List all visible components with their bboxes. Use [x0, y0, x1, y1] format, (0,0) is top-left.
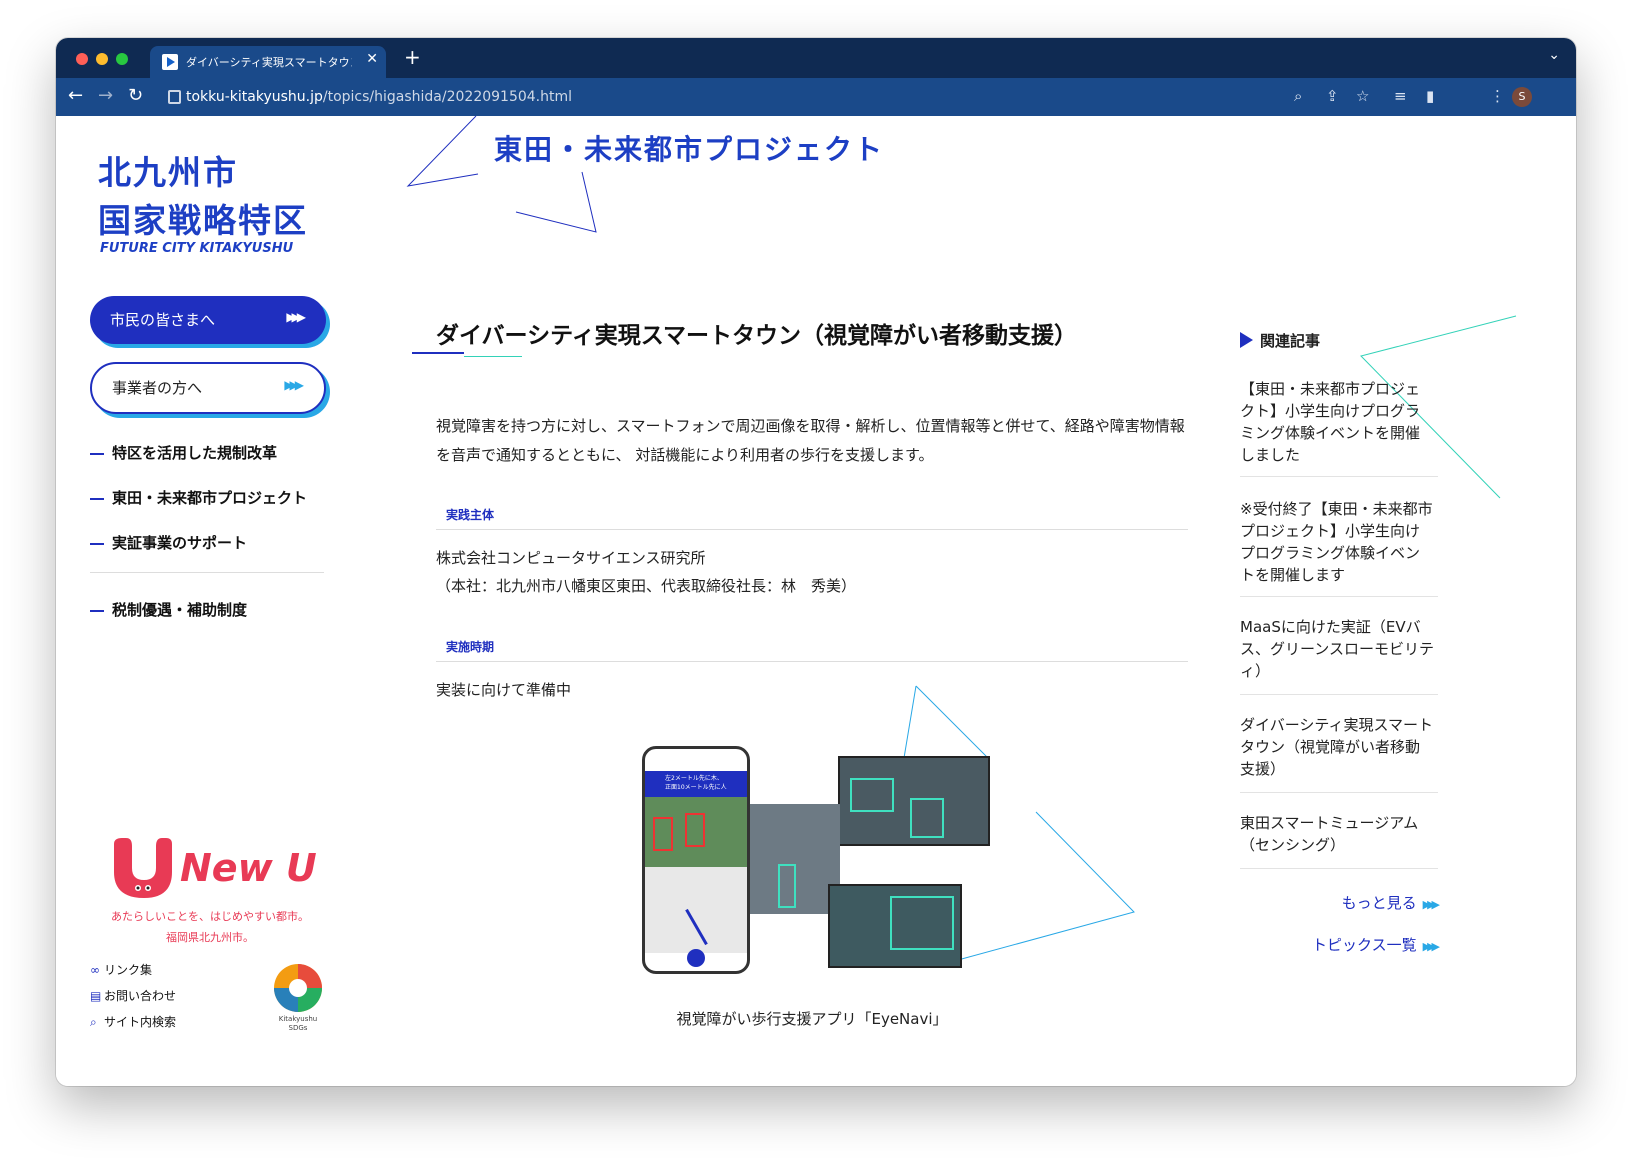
link-chain-icon: ∞ [90, 963, 100, 977]
close-tab-icon[interactable]: ✕ [366, 51, 378, 67]
zoom-window-button[interactable] [116, 53, 128, 65]
triple-arrow-icon: ▶▶▶ [1422, 940, 1441, 953]
related-divider [1240, 868, 1438, 869]
triple-arrow-icon: ▶▶▶ [286, 310, 306, 324]
citizens-button[interactable]: 市民の皆さまへ ▶▶▶ [90, 296, 326, 344]
related-divider [1240, 792, 1438, 793]
menu-item-demo-support[interactable]: 実証事業のサポート [90, 532, 247, 553]
address-bar[interactable]: tokku-kitakyushu.jp/topics/higashida/202… [164, 82, 1464, 112]
related-play-icon [1240, 332, 1253, 348]
related-item-5[interactable]: 東田スマートミュージアム（センシング） [1240, 812, 1434, 856]
site-logo-line2[interactable]: 国家戦略特区 [98, 194, 308, 242]
reading-list-icon[interactable]: ≡ [1394, 87, 1407, 105]
sdgs-logo-icon[interactable] [272, 962, 324, 1014]
title-underline [412, 352, 464, 354]
business-button-label: 事業者の方へ [112, 379, 203, 397]
sdgs-label-2: SDGs [288, 1024, 308, 1032]
site-logo-subtitle: FUTURE CITY KITAKYUSHU [100, 241, 294, 256]
browser-tab[interactable]: ダイバーシティ実現スマートタウン ✕ [150, 46, 386, 78]
page-content: 北九州市 国家戦略特区 FUTURE CITY KITAKYUSHU 市民の皆さ… [56, 116, 1576, 1086]
search-icon: ⌕ [90, 1015, 97, 1029]
triple-arrow-icon: ▶▶▶ [284, 378, 304, 392]
app-mic-icon [687, 949, 705, 967]
browser-toolbar: ← → ↻ tokku-kitakyushu.jp/topics/higashi… [56, 78, 1576, 116]
profile-avatar[interactable]: S [1512, 87, 1532, 107]
section-title: 東田・未来都市プロジェクト [494, 133, 885, 166]
zoom-magnifier-icon[interactable]: ⌕ [1294, 87, 1302, 105]
label-entity: 実践主体 [446, 508, 495, 522]
app-voice-banner: 左2メートル先に木、 正面10メートル先に人 [645, 771, 747, 797]
site-favicon-icon [162, 54, 178, 70]
field-divider [436, 529, 1188, 530]
field-divider [436, 661, 1188, 662]
related-heading: 関連記事 [1260, 332, 1321, 350]
citizens-button-label: 市民の皆さまへ [110, 311, 216, 329]
minimize-window-button[interactable] [96, 53, 108, 65]
related-item-1[interactable]: 【東田・未来都市プロジェクト】小学生向けプログラミング体験イベントを開催しました [1240, 378, 1434, 466]
side-panel-icon[interactable]: ▮ [1426, 87, 1434, 105]
contact-link[interactable]: ▤ お問い合わせ [90, 987, 176, 1004]
reload-icon[interactable]: ↻ [128, 85, 143, 106]
eyenavi-illustration: 左2メートル先に木、 正面10メートル先に人 [642, 746, 990, 976]
site-logo-line1[interactable]: 北九州市 [98, 146, 238, 194]
back-arrow-icon[interactable]: ← [68, 85, 83, 106]
newu-logo-text[interactable]: New U [180, 846, 317, 890]
related-item-4[interactable]: ダイバーシティ実現スマートタウン（視覚障がい者移動支援） [1240, 714, 1434, 780]
app-camera-view [645, 797, 747, 867]
newu-mascot-icon [114, 838, 172, 898]
tab-bar: ダイバーシティ実現スマートタウン ✕ + ⌄ [56, 38, 1576, 78]
browser-window: ダイバーシティ実現スマートタウン ✕ + ⌄ ← → ↻ tokku-kitak… [56, 38, 1576, 1086]
menu-divider [90, 572, 324, 573]
article-intro: 視覚障害を持つ方に対し、スマートフォンで周辺画像を取得・解析し、位置情報等と併せ… [436, 417, 1185, 464]
title-underline-accent [464, 356, 522, 357]
topics-list-link[interactable]: トピックス一覧 ▶▶▶ [1312, 934, 1441, 955]
image-caption: 視覚障がい歩行支援アプリ「EyeNavi」 [676, 1010, 948, 1028]
article-title: ダイバーシティ実現スマートタウン（視覚障がい者移動支援） [436, 323, 1078, 349]
photo-street-1 [838, 756, 990, 846]
menu-item-higashida-project[interactable]: 東田・未来都市プロジェクト [90, 487, 307, 508]
close-window-button[interactable] [76, 53, 88, 65]
related-item-2[interactable]: ※受付終了【東田・未来都市プロジェクト】小学生向けプログラミング体験イベントを開… [1240, 498, 1434, 586]
menu-dash-icon [90, 542, 104, 545]
tab-search-chevron-icon[interactable]: ⌄ [1548, 47, 1560, 63]
deco-triangle-left [406, 116, 479, 187]
label-period: 実施時期 [446, 640, 495, 654]
menu-item-tax-incentives[interactable]: 税制優遇・補助制度 [90, 599, 247, 620]
business-button[interactable]: 事業者の方へ ▶▶▶ [90, 362, 326, 414]
links-page-link[interactable]: ∞ リンク集 [90, 961, 152, 978]
forward-arrow-icon[interactable]: → [98, 85, 113, 106]
related-divider [1240, 694, 1438, 695]
menu-dash-icon [90, 452, 104, 455]
triple-arrow-icon: ▶▶▶ [1422, 898, 1441, 911]
entity-detail: （本社：北九州市八幡東区東田、代表取締役社長：林 秀美） [436, 577, 857, 595]
browser-menu-icon[interactable]: ⋮ [1490, 87, 1505, 105]
tab-title: ダイバーシティ実現スマートタウン [186, 56, 352, 69]
related-item-3[interactable]: MaaSに向けた実証（EVバス、グリーンスローモビリティ） [1240, 616, 1434, 682]
menu-dash-icon [90, 497, 104, 500]
related-divider [1240, 596, 1438, 597]
app-map-view [645, 867, 747, 953]
lock-icon [168, 90, 181, 104]
period-text: 実装に向けて準備中 [436, 681, 572, 699]
entity-name: 株式会社コンピュータサイエンス研究所 [436, 549, 706, 567]
bookmark-star-icon[interactable]: ☆ [1356, 87, 1369, 105]
menu-item-regulatory-reform[interactable]: 特区を活用した規制改革 [90, 442, 277, 463]
share-icon[interactable]: ⇪ [1326, 87, 1339, 105]
newu-tagline-2: 福岡県北九州市。 [166, 931, 254, 944]
new-tab-icon[interactable]: + [404, 45, 421, 69]
menu-dash-icon [90, 609, 104, 612]
url-text[interactable]: tokku-kitakyushu.jp/topics/higashida/202… [186, 89, 572, 105]
newu-tagline-1: あたらしいことを、はじめやすい都市。 [111, 910, 309, 923]
related-divider [1240, 476, 1438, 477]
smartphone-mockup: 左2メートル先に木、 正面10メートル先に人 [642, 746, 750, 974]
contact-icon: ▤ [90, 989, 102, 1003]
site-search-link[interactable]: ⌕ サイト内検索 [90, 1013, 176, 1030]
sdgs-label-1: Kitakyushu [278, 1015, 318, 1023]
photo-crosswalk [828, 884, 962, 968]
more-link[interactable]: もっと見る ▶▶▶ [1342, 892, 1441, 913]
photo-buildings [748, 804, 840, 914]
deco-triangle-left-2 [515, 171, 597, 233]
